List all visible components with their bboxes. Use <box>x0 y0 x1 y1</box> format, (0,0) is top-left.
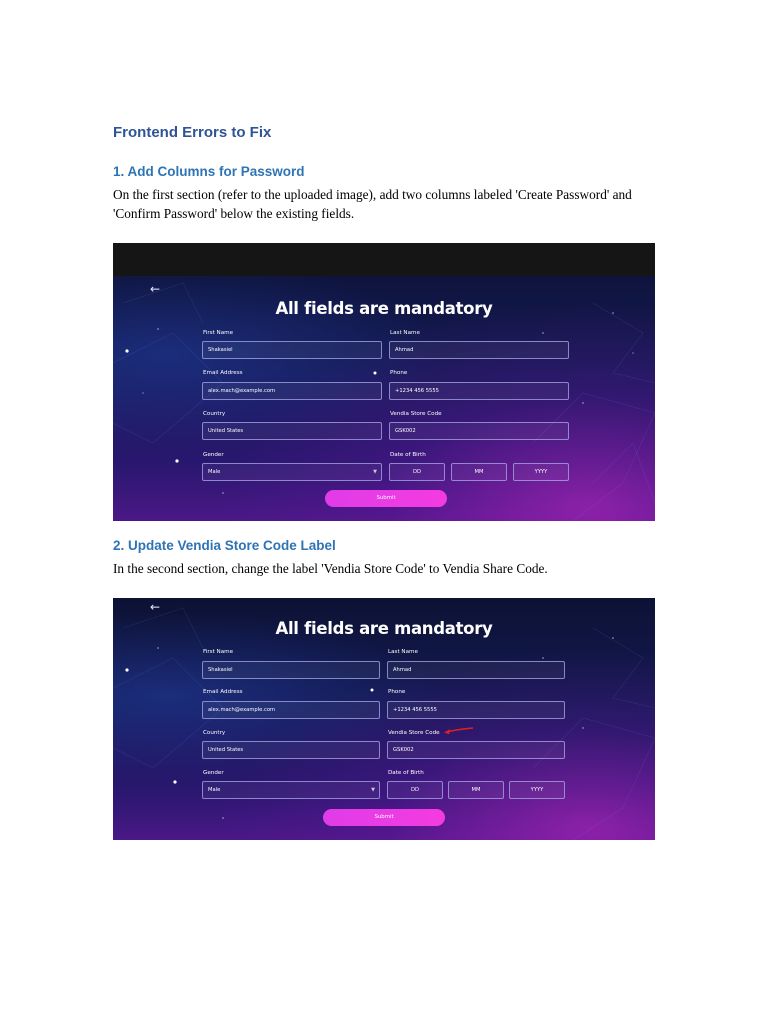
first-name-input[interactable]: Shakasiel <box>202 341 382 359</box>
gender-value: Male <box>208 469 221 475</box>
gender-select[interactable]: Male ▼ <box>202 463 382 481</box>
left-arrow-icon[interactable]: ← <box>150 283 160 295</box>
phone-label: Phone <box>390 370 408 376</box>
section-2-heading: 2. Update Vendia Store Code Label <box>113 538 336 553</box>
submit-button[interactable]: Submit <box>323 809 445 826</box>
email-input[interactable]: alex.mach@example.com <box>202 382 382 400</box>
section-1-body: On the first section (refer to the uploa… <box>113 187 632 221</box>
section-2-body: In the second section, change the label … <box>113 561 548 576</box>
country-input[interactable]: United States <box>202 741 380 759</box>
first-name-label: First Name <box>203 649 234 655</box>
phone-input[interactable]: +1234 456 5555 <box>387 701 565 719</box>
store-code-label: Vendia Store Code <box>390 411 442 417</box>
store-code-input[interactable]: GSK002 <box>389 422 569 440</box>
chevron-down-icon: ▼ <box>371 787 375 793</box>
dob-month-input[interactable]: MM <box>448 781 504 799</box>
dob-day-input[interactable]: DD <box>389 463 445 481</box>
first-name-label: First Name <box>203 330 234 336</box>
form-screenshot-2: ← All fields are mandatory First Name Sh… <box>113 598 655 840</box>
store-code-input[interactable]: GSK002 <box>387 741 565 759</box>
last-name-label: Last Name <box>390 330 420 336</box>
form-screenshot-1: ← All fields are mandatory First Name Sh… <box>113 243 655 521</box>
last-name-label: Last Name <box>388 649 418 655</box>
submit-button[interactable]: Submit <box>325 490 447 507</box>
email-label: Email Address <box>203 689 243 695</box>
last-name-input[interactable]: Ahmad <box>387 661 565 679</box>
country-label: Country <box>203 411 226 417</box>
dob-year-input[interactable]: YYYY <box>509 781 565 799</box>
document-title: Frontend Errors to Fix <box>113 124 272 141</box>
left-arrow-icon[interactable]: ← <box>150 601 160 613</box>
last-name-input[interactable]: Ahmad <box>389 341 569 359</box>
gender-label: Gender <box>203 452 224 458</box>
chevron-down-icon: ▼ <box>373 469 377 475</box>
country-label: Country <box>203 730 226 736</box>
phone-input[interactable]: +1234 456 5555 <box>389 382 569 400</box>
browser-top-bar <box>113 243 655 276</box>
store-code-label: Vendia Store Code <box>388 730 440 736</box>
dob-year-input[interactable]: YYYY <box>513 463 569 481</box>
section-1-heading: 1. Add Columns for Password <box>113 164 305 179</box>
gender-value: Male <box>208 787 221 793</box>
phone-label: Phone <box>388 689 406 695</box>
gender-label: Gender <box>203 770 224 776</box>
form-title: All fields are mandatory <box>275 299 493 318</box>
country-input[interactable]: United States <box>202 422 382 440</box>
dob-month-input[interactable]: MM <box>451 463 507 481</box>
dob-label: Date of Birth <box>390 452 426 458</box>
first-name-input[interactable]: Shakasiel <box>202 661 380 679</box>
annotation-arrow-icon <box>444 727 474 735</box>
email-input[interactable]: alex.mach@example.com <box>202 701 380 719</box>
network-background <box>113 282 655 521</box>
form-title: All fields are mandatory <box>275 619 493 638</box>
dob-label: Date of Birth <box>388 770 424 776</box>
dob-day-input[interactable]: DD <box>387 781 443 799</box>
email-label: Email Address <box>203 370 243 376</box>
gender-select[interactable]: Male ▼ <box>202 781 380 799</box>
